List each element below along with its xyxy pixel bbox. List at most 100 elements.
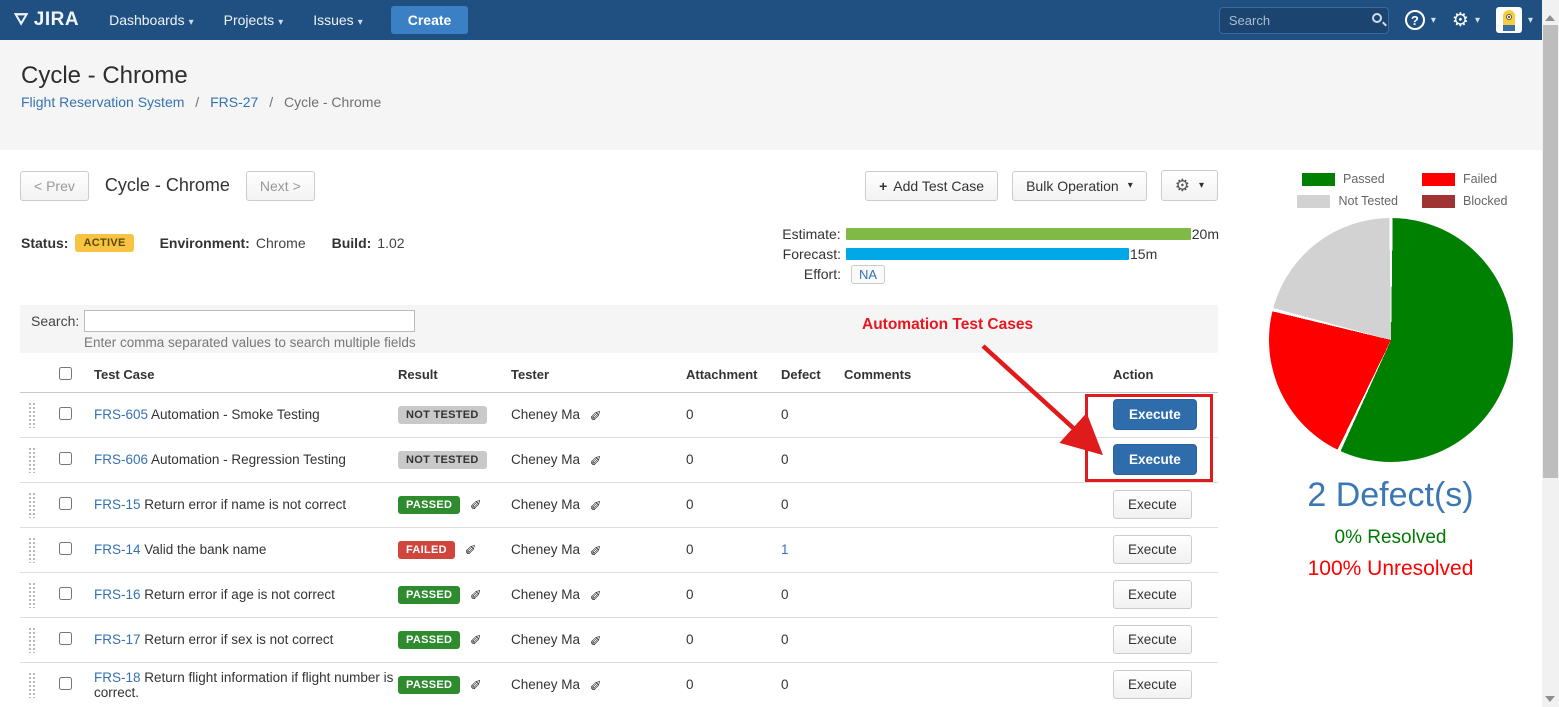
execute-button[interactable]: Execute [1113, 580, 1192, 609]
estimate-value: 20m [1192, 226, 1219, 242]
scrollbar-thumb[interactable] [1543, 25, 1558, 478]
legend-item: Blocked [1398, 194, 1518, 208]
status-label: Status: [21, 235, 68, 251]
execute-button[interactable]: Execute [1113, 535, 1192, 564]
vertical-scrollbar[interactable] [1542, 0, 1559, 707]
test-case-title: Automation - Regression Testing [151, 452, 346, 467]
drag-handle-icon[interactable] [28, 537, 37, 563]
execution-chart-panel: Passed Failed Not Tested Blocked 2 Defec… [1243, 172, 1538, 581]
pencil-icon[interactable]: ✎ [470, 630, 482, 647]
effort-value[interactable]: NA [851, 265, 885, 284]
row-checkbox[interactable] [59, 677, 72, 690]
add-test-case-button[interactable]: + Add Test Case [865, 171, 998, 201]
test-case-key-link[interactable]: FRS-15 [94, 497, 141, 512]
test-case-key-link[interactable]: FRS-17 [94, 632, 141, 647]
row-checkbox[interactable] [59, 407, 72, 420]
breadcrumb-project-link[interactable]: Flight Reservation System [21, 94, 184, 110]
table-row: FRS-14 Valid the bank name FAILED ✎ Chen… [20, 527, 1218, 572]
toolbar-actions: + Add Test Case Bulk Operation ▾ ⚙ ▾ [865, 170, 1218, 201]
tester-name: Cheney Ma [511, 407, 580, 422]
row-checkbox[interactable] [59, 587, 72, 600]
nav-item-issues[interactable]: Issues▾ [313, 12, 363, 28]
search-input[interactable] [1219, 7, 1389, 34]
legend-swatch [1422, 195, 1455, 208]
pencil-icon[interactable]: ✎ [590, 676, 602, 693]
table-row: FRS-16 Return error if age is not correc… [20, 572, 1218, 617]
pencil-icon[interactable]: ✎ [590, 631, 602, 648]
tester-name: Cheney Ma [511, 542, 580, 557]
jira-cycle-page: ⛛ JIRA Dashboards▾ Projects▾ Issues▾ Cre… [0, 0, 1559, 707]
execute-button[interactable]: Execute [1113, 444, 1197, 475]
execute-button[interactable]: Execute [1113, 490, 1192, 519]
legend-label: Failed [1463, 172, 1518, 186]
table-row: FRS-18 Return flight information if flig… [20, 662, 1218, 707]
execute-button[interactable]: Execute [1113, 399, 1197, 430]
bulk-operation-button[interactable]: Bulk Operation ▾ [1012, 171, 1147, 201]
attachment-count: 0 [686, 407, 694, 422]
attachment-count: 0 [686, 587, 694, 602]
test-case-key-link[interactable]: FRS-16 [94, 587, 141, 602]
avatar[interactable] [1496, 7, 1522, 33]
attachment-count: 0 [686, 632, 694, 647]
row-checkbox[interactable] [59, 542, 72, 555]
pencil-icon[interactable]: ✎ [465, 540, 477, 557]
select-all-checkbox[interactable] [59, 367, 72, 380]
legend-label: Passed [1343, 172, 1398, 186]
test-case-title: Return error if name is not correct [144, 497, 346, 512]
next-button[interactable]: Next > [246, 171, 315, 201]
test-case-key-link[interactable]: FRS-605 [94, 407, 148, 422]
effort-row: Effort: NA [779, 264, 1219, 284]
estimate-label: Estimate: [779, 226, 841, 242]
prev-button[interactable]: < Prev [20, 171, 89, 201]
pencil-icon[interactable]: ✎ [470, 585, 482, 602]
table-header-row: Test Case Result Tester Attachment Defec… [20, 358, 1218, 392]
comments-cell [844, 662, 1113, 707]
pencil-icon[interactable]: ✎ [590, 586, 602, 603]
drag-handle-icon[interactable] [28, 582, 37, 608]
drag-handle-icon[interactable] [28, 402, 37, 428]
execute-button[interactable]: Execute [1113, 670, 1192, 699]
scroll-up-icon[interactable] [1545, 15, 1555, 21]
jira-logo-text: JIRA [34, 9, 79, 31]
cycle-settings-button[interactable]: ⚙ ▾ [1161, 170, 1218, 201]
pencil-icon[interactable]: ✎ [590, 451, 602, 468]
execute-button[interactable]: Execute [1113, 625, 1192, 654]
chevron-down-icon: ▾ [1475, 15, 1480, 26]
pencil-icon[interactable]: ✎ [590, 496, 602, 513]
create-button[interactable]: Create [391, 6, 469, 34]
build-label: Build: [332, 235, 372, 251]
nav-item-projects[interactable]: Projects▾ [224, 12, 284, 28]
table-row: FRS-17 Return error if sex is not correc… [20, 617, 1218, 662]
top-navigation-bar: ⛛ JIRA Dashboards▾ Projects▾ Issues▾ Cre… [0, 0, 1559, 40]
attachment-count: 0 [686, 452, 694, 467]
row-checkbox[interactable] [59, 632, 72, 645]
pencil-icon[interactable]: ✎ [590, 541, 602, 558]
drag-handle-icon[interactable] [28, 447, 37, 473]
pie-legend: Passed Failed Not Tested Blocked [1243, 172, 1538, 208]
breadcrumb-issue-link[interactable]: FRS-27 [210, 94, 258, 110]
result-badge: PASSED [398, 631, 460, 649]
pencil-icon[interactable]: ✎ [590, 406, 602, 423]
drag-handle-icon[interactable] [28, 672, 37, 698]
page-title: Cycle - Chrome [21, 62, 188, 90]
drag-handle-icon[interactable] [28, 627, 37, 653]
gear-icon[interactable]: ⚙ [1452, 11, 1469, 30]
progress-block: Estimate: 20m Forecast: 15m Effort: NA [779, 224, 1219, 284]
pencil-icon[interactable]: ✎ [470, 675, 482, 692]
header-comments: Comments [844, 358, 1113, 392]
jira-logo[interactable]: ⛛ JIRA [14, 9, 79, 31]
scroll-down-icon[interactable] [1545, 696, 1555, 702]
test-case-key-link[interactable]: FRS-18 [94, 670, 141, 685]
nav-item-dashboards[interactable]: Dashboards▾ [109, 12, 194, 28]
table-search-input[interactable] [84, 310, 415, 332]
test-case-key-link[interactable]: FRS-14 [94, 542, 141, 557]
cycle-info-row: Status: ACTIVE Environment: Chrome Build… [21, 234, 405, 252]
drag-handle-icon[interactable] [28, 492, 37, 518]
row-checkbox[interactable] [59, 497, 72, 510]
search-icon[interactable] [1372, 13, 1382, 23]
tester-name: Cheney Ma [511, 497, 580, 512]
test-case-key-link[interactable]: FRS-606 [94, 452, 148, 467]
help-icon[interactable]: ? [1405, 10, 1425, 30]
row-checkbox[interactable] [59, 452, 72, 465]
pencil-icon[interactable]: ✎ [470, 495, 482, 512]
